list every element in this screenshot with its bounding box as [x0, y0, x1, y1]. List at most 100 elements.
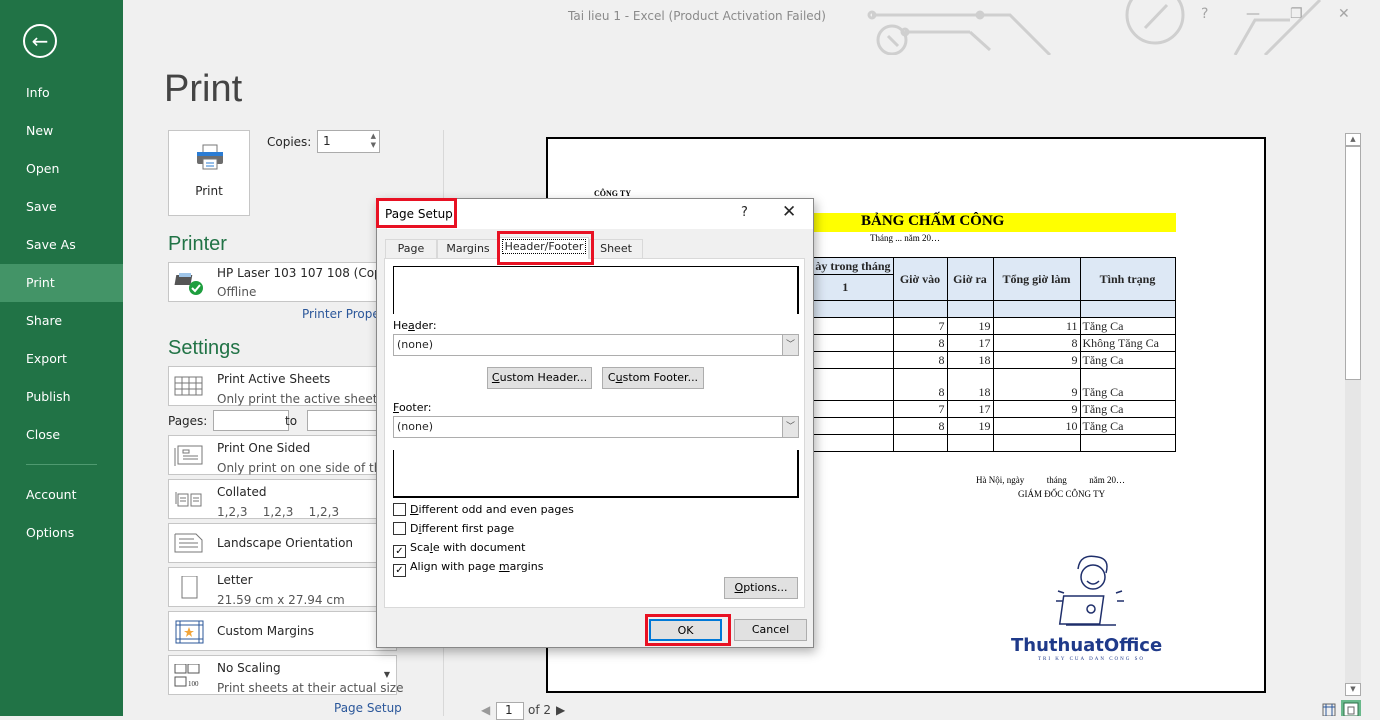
- table-row: 8 17 8 Không Tăng Ca: [798, 334, 1176, 352]
- checkbox-scale-with-document[interactable]: ✓ Scale with document: [393, 541, 525, 558]
- print-button[interactable]: Print: [168, 130, 250, 216]
- header-out: Giờ ra: [946, 257, 994, 301]
- cancel-button[interactable]: Cancel: [734, 619, 807, 641]
- logo-tagline: TRI KY CUA DAN CONG SO: [1038, 657, 1146, 662]
- tab-sheet[interactable]: Sheet: [589, 239, 643, 258]
- nav-new[interactable]: New: [0, 112, 123, 150]
- options-button[interactable]: Options...: [724, 577, 798, 599]
- pages-label: Pages:: [168, 414, 208, 428]
- printer-icon: [197, 144, 223, 170]
- setting-title: Collated: [217, 485, 267, 499]
- prev-page-icon[interactable]: ◀: [481, 703, 490, 717]
- timesheet-table: ày trong tháng Giờ vào Giờ ra Tổng giờ l…: [798, 257, 1176, 452]
- setting-title: Print One Sided: [217, 441, 311, 455]
- close-window-button[interactable]: ✕: [1338, 6, 1350, 22]
- nav-info[interactable]: Info: [0, 74, 123, 112]
- nav-save[interactable]: Save: [0, 188, 123, 226]
- dialog-close-button[interactable]: ✕: [782, 202, 796, 222]
- nav-share[interactable]: Share: [0, 302, 123, 340]
- checkbox-different-odd-even[interactable]: Different odd and even pages: [393, 503, 574, 516]
- back-button[interactable]: ←: [23, 24, 57, 58]
- header-status: Tình trạng: [1079, 257, 1176, 301]
- nav-open[interactable]: Open: [0, 150, 123, 188]
- nav-account[interactable]: Account: [0, 476, 123, 514]
- custom-header-button[interactable]: Custom Header...: [487, 367, 592, 389]
- setting-paper-size[interactable]: Letter 21.59 cm x 27.94 cm: [168, 567, 397, 607]
- pages-to-input[interactable]: [307, 410, 383, 431]
- table-row: [798, 434, 1176, 452]
- sign-date: Hà Nội, ngày tháng năm 20…: [976, 475, 1125, 485]
- scroll-thumb[interactable]: [1345, 146, 1361, 380]
- nav-options[interactable]: Options: [0, 514, 123, 552]
- tab-header-footer[interactable]: Header/Footer: [499, 237, 589, 259]
- page-setup-link[interactable]: Page Setup: [334, 701, 402, 715]
- spin-down-icon[interactable]: ▼: [371, 141, 376, 149]
- setting-sides[interactable]: Print One Sided Only print on one side o…: [168, 435, 397, 475]
- table-row: 8 19 10 Tăng Ca: [798, 417, 1176, 435]
- next-page-icon[interactable]: ▶: [556, 703, 565, 717]
- nav-print[interactable]: Print: [0, 264, 123, 302]
- page-total: of 2: [528, 703, 552, 717]
- tab-margins[interactable]: Margins: [437, 239, 499, 258]
- setting-orientation[interactable]: Landscape Orientation: [168, 523, 397, 563]
- header-select[interactable]: (none) ﹀: [393, 334, 799, 356]
- setting-collation[interactable]: Collated 1,2,3 1,2,3 1,2,3: [168, 479, 397, 519]
- paper-icon: [181, 576, 198, 599]
- scroll-down-icon[interactable]: ▼: [1345, 683, 1361, 696]
- scroll-up-icon[interactable]: ▲: [1345, 133, 1361, 146]
- copies-input[interactable]: 1 ▲ ▼: [317, 130, 380, 153]
- setting-margins[interactable]: Custom Margins: [168, 611, 397, 651]
- logo-text: ThuthuatOffice: [1011, 635, 1163, 656]
- show-margins-icon[interactable]: [1322, 703, 1336, 716]
- table-row: 7 19 11 Tăng Ca: [798, 317, 1176, 335]
- nav-close[interactable]: Close: [0, 416, 123, 454]
- page-setup-dialog: Page Setup ? ✕ Page Margins Header/Foote…: [376, 198, 814, 648]
- nav-export[interactable]: Export: [0, 340, 123, 378]
- printer-ready-icon: [174, 273, 203, 295]
- setting-title: Landscape Orientation: [217, 536, 354, 550]
- mascot-logo-icon: [1056, 555, 1124, 626]
- tab-page[interactable]: Page: [385, 239, 437, 258]
- help-button[interactable]: ?: [1201, 6, 1208, 22]
- nav-save-as[interactable]: Save As: [0, 226, 123, 264]
- setting-sub: 21.59 cm x 27.94 cm: [217, 593, 345, 607]
- pages-from-input[interactable]: [213, 410, 289, 431]
- nav-divider: [26, 464, 97, 465]
- header-preview: [393, 266, 799, 314]
- dialog-help-button[interactable]: ?: [741, 205, 748, 220]
- zoom-to-page-icon[interactable]: [1341, 700, 1361, 716]
- landscape-icon: [174, 533, 203, 553]
- setting-scaling[interactable]: 100 No Scaling Print sheets at their act…: [168, 655, 404, 695]
- checkbox-different-first-page[interactable]: Different first page: [393, 522, 514, 535]
- copies-label: Copies:: [267, 135, 312, 149]
- nav-publish[interactable]: Publish: [0, 378, 123, 416]
- header-total: Tổng giờ làm: [992, 257, 1081, 301]
- printer-select[interactable]: HP Laser 103 107 108 (Copy 1) Offline: [168, 262, 405, 302]
- sign-title: GIÁM ĐỐC CÔNG TY: [1018, 489, 1106, 499]
- header-footer-panel: Header: (none) ﹀ Custom Header... Custom…: [384, 258, 805, 608]
- setting-title: Letter: [217, 573, 253, 587]
- dropdown-arrow-icon: ▼: [383, 670, 390, 679]
- setting-sub: Only print on one side of th...: [217, 461, 393, 475]
- collated-icon: [175, 492, 202, 507]
- custom-footer-button[interactable]: Custom Footer...: [602, 367, 704, 389]
- setting-sub: Only print the active sheets: [217, 392, 384, 406]
- spin-up-icon[interactable]: ▲: [371, 132, 376, 140]
- setting-title: Print Active Sheets: [217, 372, 331, 386]
- preview-scrollbar[interactable]: ▲ ▼: [1345, 133, 1361, 696]
- pages-to-label: to: [285, 414, 298, 428]
- restore-button[interactable]: ❐: [1290, 6, 1303, 22]
- setting-print-what[interactable]: Print Active Sheets Only print the activ…: [168, 366, 397, 406]
- ok-button[interactable]: OK: [649, 619, 722, 641]
- month-line: Tháng ... năm 20…: [870, 233, 940, 243]
- printer-status: Offline: [217, 285, 257, 299]
- footer-select[interactable]: (none) ﹀: [393, 416, 799, 438]
- company-label: CÔNG TY: [594, 189, 631, 198]
- minimize-button[interactable]: —: [1246, 6, 1260, 22]
- page-number-input[interactable]: 1: [496, 702, 524, 720]
- checkbox-align-page-margins[interactable]: ✓ Align with page margins: [393, 560, 543, 577]
- dialog-title: Page Setup: [385, 207, 453, 221]
- table-row: 8 18 9 Tăng Ca: [798, 351, 1176, 369]
- header-label: Header:: [393, 319, 437, 332]
- print-button-label: Print: [195, 184, 223, 198]
